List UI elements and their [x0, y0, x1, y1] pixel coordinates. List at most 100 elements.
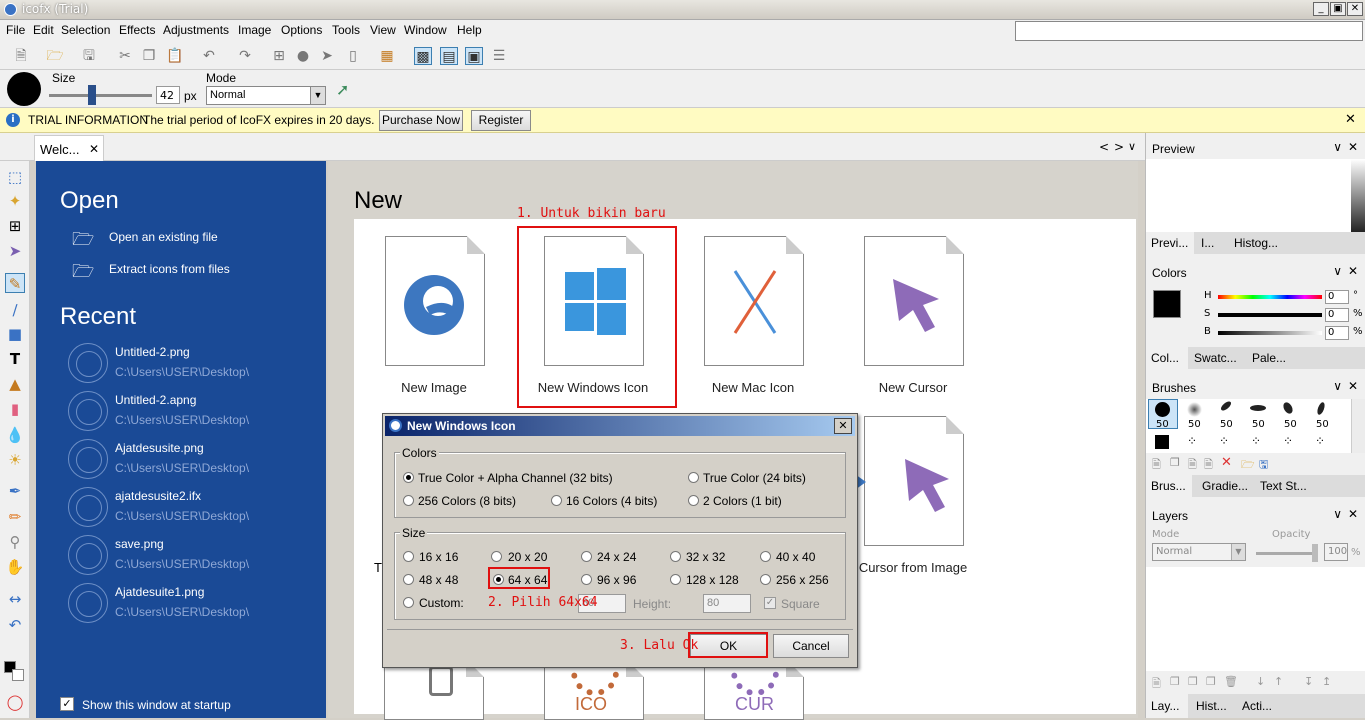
eyedropper-icon[interactable]: ✒ — [5, 481, 25, 501]
texture-brush-icon[interactable]: ⁘ — [1219, 434, 1229, 448]
duplicate-layer-icon[interactable]: ❐ — [1170, 675, 1180, 688]
tab-actions[interactable]: Acti... — [1242, 699, 1272, 713]
radio-16[interactable] — [403, 551, 414, 562]
menu-file[interactable]: File — [6, 23, 25, 37]
chevron-down-icon[interactable]: ∨ — [1333, 507, 1342, 521]
leaf-brush-icon[interactable]: ⁘ — [1315, 434, 1325, 448]
layer-mode-select[interactable]: Normal ▼ — [1152, 543, 1246, 561]
ico-document-icon[interactable]: ICO — [544, 648, 644, 720]
menu-effects[interactable]: Effects — [119, 23, 155, 37]
new-brush-icon[interactable]: 🗎 — [1152, 456, 1161, 475]
magic-wand-icon[interactable]: ✦ — [5, 191, 25, 211]
close-icon[interactable]: ✕ — [1348, 379, 1358, 393]
resources-icon[interactable]: ▦ — [378, 47, 396, 65]
recent-item[interactable]: save.png C:\Users\USER\Desktop\ — [36, 533, 326, 579]
chevron-down-icon[interactable]: ▼ — [310, 87, 325, 104]
menu-adjustments[interactable]: Adjustments — [163, 23, 229, 37]
recent-item[interactable]: Ajatdesuite1.png C:\Users\USER\Desktop\ — [36, 581, 326, 627]
brush-scrollbar[interactable] — [1351, 399, 1365, 453]
tab-info[interactable]: I... — [1201, 236, 1214, 250]
size-input[interactable]: 42 — [156, 86, 180, 104]
tab-palette[interactable]: Pale... — [1252, 351, 1286, 365]
square-checkbox[interactable]: ✓ — [764, 597, 776, 609]
tab-menu-icon[interactable]: ∨ — [1128, 140, 1136, 153]
pencil-icon[interactable]: ✎ — [5, 273, 25, 293]
duplicate-brush-icon[interactable]: ❐ — [1170, 456, 1180, 469]
rectangle-icon[interactable]: ■ — [5, 324, 25, 344]
recent-item[interactable]: ajatdesusite2.ifx C:\Users\USER\Desktop\ — [36, 485, 326, 531]
tab-text-styles[interactable]: Text St... — [1260, 479, 1307, 493]
new-image-card[interactable]: New Image — [349, 228, 519, 403]
cancel-button[interactable]: Cancel — [773, 634, 849, 658]
radio-32bit[interactable] — [403, 472, 414, 483]
hue-slider[interactable] — [1218, 295, 1322, 299]
windows-icon[interactable]: ⊞ — [270, 47, 288, 65]
checkerboard-icon[interactable]: ▩ — [414, 47, 432, 65]
menu-edit[interactable]: Edit — [33, 23, 54, 37]
open-folder-icon[interactable]: 🗁 — [46, 47, 64, 65]
splatter-brush-icon[interactable]: ⁘ — [1251, 434, 1261, 448]
cursor-icon[interactable]: ➤ — [318, 47, 336, 65]
menu-help[interactable]: Help — [457, 23, 482, 37]
menu-image[interactable]: Image — [238, 23, 271, 37]
opacity-slider[interactable] — [1256, 552, 1318, 555]
radio-256[interactable] — [760, 574, 771, 585]
menu-window[interactable]: Window — [404, 23, 447, 37]
cut-icon[interactable]: ✂ — [116, 47, 134, 65]
layer-effects-icon[interactable]: ❐ — [1206, 675, 1216, 688]
move-layer-down-icon[interactable]: ↓ — [1256, 675, 1265, 688]
close-icon[interactable]: ✕ — [1348, 507, 1358, 521]
tab-brushes[interactable]: Brus... — [1151, 479, 1186, 493]
chevron-down-icon[interactable]: ▼ — [1231, 544, 1245, 560]
hand-icon[interactable]: ✋ — [5, 557, 25, 577]
recent-item[interactable]: Untitled-2.png C:\Users\USER\Desktop\ — [36, 341, 326, 387]
tab-prev-icon[interactable]: < — [1099, 140, 1109, 154]
layer-top-icon[interactable]: ↥ — [1322, 675, 1331, 688]
tab-swatches[interactable]: Swatc... — [1194, 351, 1237, 365]
size-slider-thumb[interactable] — [88, 85, 96, 105]
square-brush-icon[interactable] — [1155, 435, 1169, 449]
chevron-down-icon[interactable]: ∨ — [1333, 140, 1342, 154]
restore-button[interactable]: ▣ — [1330, 2, 1346, 16]
foreground-color[interactable] — [1153, 290, 1181, 318]
hue-input[interactable]: 0 — [1325, 290, 1349, 304]
startup-checkbox[interactable]: ✓ — [60, 697, 74, 711]
opacity-input[interactable]: 100 — [1324, 543, 1348, 561]
pin-icon[interactable]: ➚ — [336, 80, 349, 99]
radio-32[interactable] — [670, 551, 681, 562]
open-brushes-icon[interactable]: 🗁 — [1241, 456, 1255, 475]
marquee-select-icon[interactable]: ⬚ — [5, 167, 25, 187]
apple-icon[interactable]: ● — [294, 47, 312, 65]
saturation-input[interactable]: 0 — [1325, 308, 1349, 322]
flip-icon[interactable]: ↔ — [5, 589, 25, 609]
brightness-input[interactable]: 0 — [1325, 326, 1349, 340]
radio-40[interactable] — [760, 551, 771, 562]
menu-view[interactable]: View — [370, 23, 396, 37]
delete-layer-icon[interactable]: 🗑 — [1224, 675, 1238, 688]
grass-brush-icon[interactable]: ⁘ — [1283, 434, 1293, 448]
close-tab-icon[interactable]: ✕ — [89, 142, 99, 156]
open-existing-file-link[interactable]: 🗁 Open an existing file — [72, 227, 312, 249]
layers-stack-icon[interactable]: ☰ — [490, 47, 508, 65]
tab-colors[interactable]: Col... — [1151, 351, 1179, 365]
scatter-brush-icon[interactable]: ⁘ — [1187, 434, 1197, 448]
tab-history[interactable]: Hist... — [1196, 699, 1227, 713]
tab-gradients[interactable]: Gradie... — [1202, 479, 1248, 493]
purchase-now-button[interactable]: Purchase Now — [379, 110, 463, 131]
move-icon[interactable]: ➤ — [5, 241, 25, 261]
record-icon[interactable]: ◯ — [5, 692, 25, 712]
tab-next-icon[interactable]: > — [1114, 140, 1124, 154]
radio-128[interactable] — [670, 574, 681, 585]
radio-custom[interactable] — [403, 597, 414, 608]
background-color-swatch[interactable] — [12, 669, 24, 681]
preview-zoom-gradient[interactable] — [1351, 159, 1365, 232]
opacity-slider-thumb[interactable] — [1312, 544, 1318, 562]
brightness-slider[interactable] — [1218, 331, 1322, 335]
radio-24bit[interactable] — [688, 472, 699, 483]
radio-96[interactable] — [581, 574, 592, 585]
export-brush-icon[interactable]: 🗎 — [1204, 456, 1213, 475]
radio-48[interactable] — [403, 574, 414, 585]
line-icon[interactable]: ∕ — [5, 300, 25, 320]
merge-layer-icon[interactable]: ❐ — [1188, 675, 1198, 688]
undo-icon[interactable]: ↶ — [200, 47, 218, 65]
